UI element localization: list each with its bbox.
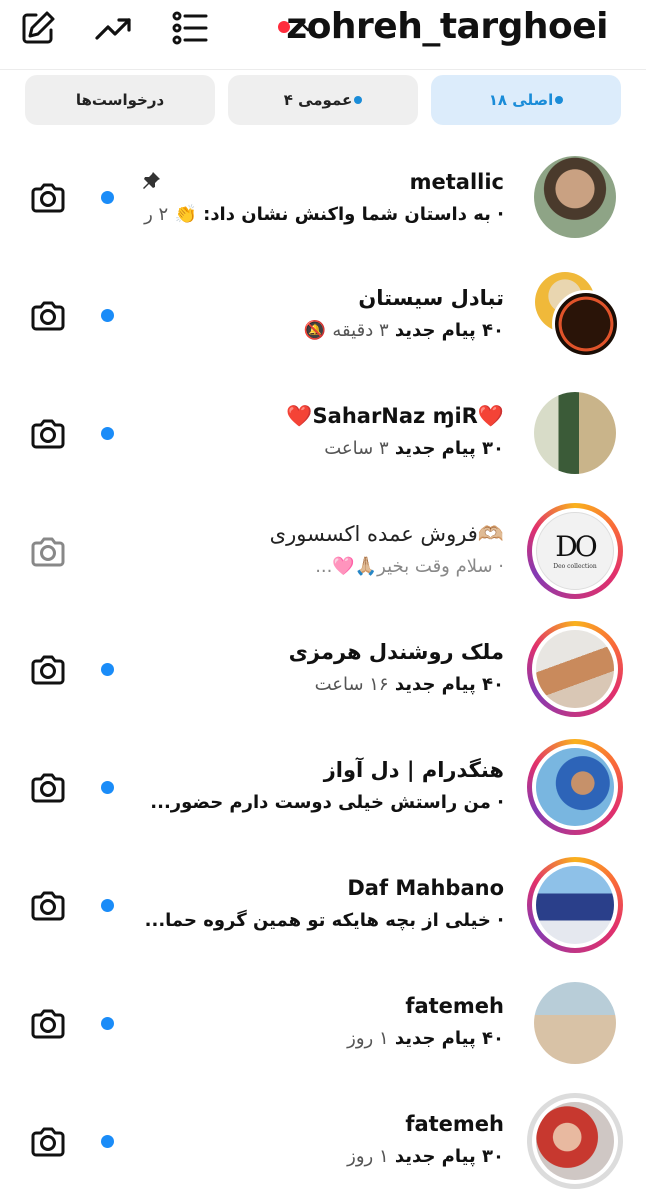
compose-icon[interactable] <box>18 8 58 48</box>
unread-dot <box>101 781 114 794</box>
conversation-preview: · خیلی از بچه هایکه تو همین گروه حما... <box>144 910 504 931</box>
top-bar: zohreh_targhoei <box>0 0 646 70</box>
avatar[interactable] <box>534 982 616 1064</box>
conversation-preview: ۴۰ پیام جدید ۳ دقیقه 🔕 <box>303 320 504 341</box>
account-username[interactable]: zohreh_targhoei <box>286 6 608 47</box>
story-ring[interactable] <box>527 857 623 953</box>
muted-icon: 🔕 <box>303 320 327 341</box>
tab-requests-label: درخواست‌ها <box>75 91 165 109</box>
conversation-preview: ۳۰ پیام جدید ۱ روز <box>347 1146 504 1167</box>
unread-dot <box>101 1135 114 1148</box>
avatar <box>536 1102 614 1180</box>
avatar: DO Deo collection <box>536 512 614 590</box>
avatar[interactable] <box>534 392 616 474</box>
conversation-name: فروش عمده اکسسوری🫶🏼 <box>269 522 504 546</box>
camera-icon[interactable] <box>28 650 68 690</box>
list-item[interactable]: fatemeh ۴۰ پیام جدید ۱ روز <box>0 966 646 1084</box>
pin-icon <box>140 170 162 192</box>
conversation-preview: ۳۰ پیام جدید ۳ ساعت <box>324 438 504 459</box>
conversation-name: Daf Mahbano <box>347 876 504 900</box>
story-ring[interactable] <box>527 621 623 717</box>
camera-icon[interactable] <box>28 532 68 572</box>
unread-dot <box>101 1017 114 1030</box>
avatar <box>536 748 614 826</box>
conversation-preview: · من راستش خیلی دوست دارم حضور... <box>150 792 504 813</box>
conversation-preview: ۴۰ پیام جدید ۱۶ ساعت <box>314 674 504 695</box>
tab-primary[interactable]: اصلی ۱۸ <box>431 75 621 125</box>
tab-primary-label: اصلی ۱۸ <box>488 91 554 109</box>
story-ring[interactable]: DO Deo collection <box>527 503 623 599</box>
story-ring-seen[interactable] <box>527 1093 623 1189</box>
conversation-name: fatemeh <box>405 994 504 1018</box>
conversation-name: ❤️SaharNaz ɱiR❤️ <box>286 404 504 428</box>
camera-icon[interactable] <box>28 1004 68 1044</box>
logo-text: DO <box>555 529 597 563</box>
conversation-name: هنگدرام | دل آواز <box>323 758 504 782</box>
list-item[interactable]: Daf Mahbano · خیلی از بچه هایکه تو همین … <box>0 848 646 966</box>
conversation-name: fatemeh <box>405 1112 504 1136</box>
tab-general[interactable]: عمومی ۴ <box>228 75 418 125</box>
logo-subtext: Deo collection <box>553 562 597 570</box>
camera-icon[interactable] <box>28 768 68 808</box>
list-item[interactable]: ملک روشندل هرمزی ۴۰ پیام جدید ۱۶ ساعت <box>0 612 646 730</box>
avatar <box>536 630 614 708</box>
conversation-preview: · به داستان شما واکنش نشان داد: 👏 ۲ ر <box>144 204 504 225</box>
unread-dot <box>101 309 114 322</box>
list-item[interactable]: metallic · به داستان شما واکنش نشان داد:… <box>0 140 646 258</box>
list-item[interactable]: تبادل سیستان ۴۰ پیام جدید ۳ دقیقه 🔕 <box>0 258 646 376</box>
unread-dot <box>101 663 114 676</box>
conversation-preview: ۴۰ پیام جدید ۱ روز <box>347 1028 504 1049</box>
tab-general-label: عمومی ۴ <box>283 91 353 109</box>
unread-dot <box>101 427 114 440</box>
unread-dot <box>101 191 114 204</box>
tab-requests[interactable]: درخواست‌ها <box>25 75 215 125</box>
camera-icon[interactable] <box>28 886 68 926</box>
tab-unread-dot <box>555 96 564 104</box>
unread-dot <box>101 899 114 912</box>
list-item[interactable]: هنگدرام | دل آواز · من راستش خیلی دوست د… <box>0 730 646 848</box>
trending-icon[interactable] <box>93 8 133 48</box>
conversation-name: تبادل سیستان <box>358 286 504 310</box>
avatar[interactable] <box>534 156 616 238</box>
conversation-name: metallic <box>409 170 504 194</box>
camera-icon[interactable] <box>28 414 68 454</box>
camera-icon[interactable] <box>28 296 68 336</box>
list-item[interactable]: ❤️SaharNaz ɱiR❤️ ۳۰ پیام جدید ۳ ساعت <box>0 376 646 494</box>
story-ring[interactable] <box>527 739 623 835</box>
list-item[interactable]: DO Deo collection فروش عمده اکسسوری🫶🏼 · … <box>0 494 646 612</box>
list-item[interactable]: fatemeh ۳۰ پیام جدید ۱ روز <box>0 1084 646 1200</box>
camera-icon[interactable] <box>28 1122 68 1162</box>
list-icon[interactable] <box>170 8 210 48</box>
camera-icon[interactable] <box>28 178 68 218</box>
avatar <box>536 866 614 944</box>
conversation-name: ملک روشندل هرمزی <box>288 640 504 664</box>
tab-unread-dot <box>354 96 363 104</box>
conversation-preview: · سلام وقت بخیر🙏🏼🩷... <box>315 556 504 577</box>
group-avatar-front[interactable] <box>552 290 620 358</box>
